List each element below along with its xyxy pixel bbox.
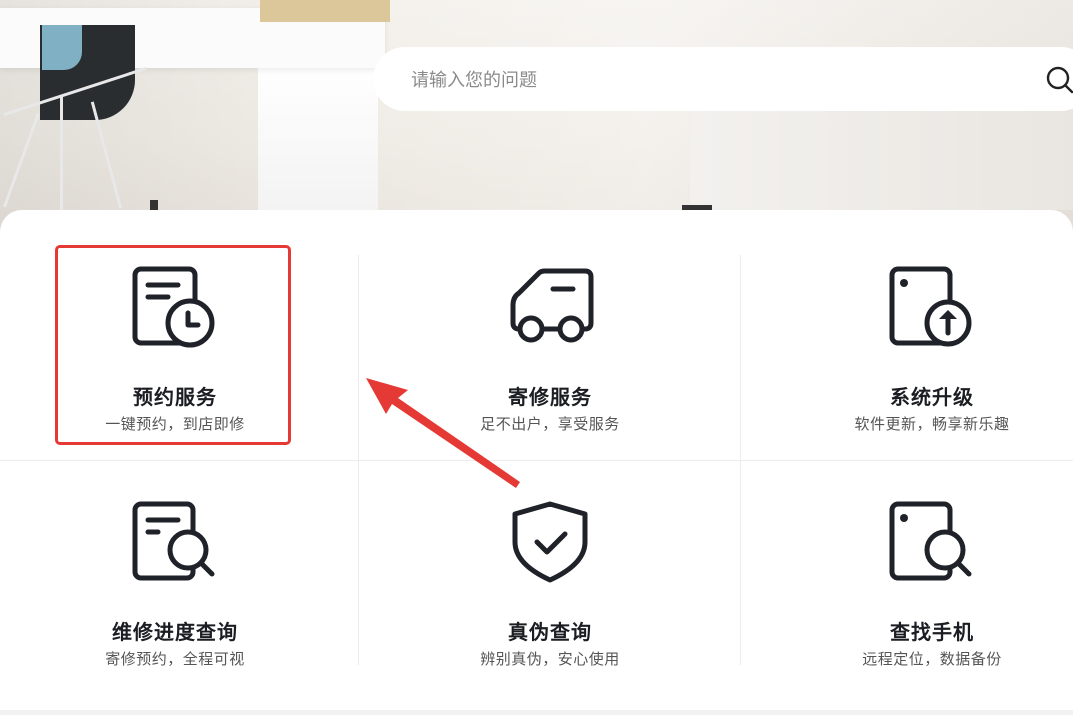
grid-divider [0, 460, 1073, 461]
highlight-box [55, 245, 291, 445]
red-arrow-annotation [366, 378, 520, 488]
car-icon [510, 268, 594, 343]
service-title: 真伪查询 [508, 620, 592, 644]
shield-check-icon [512, 501, 588, 583]
service-subtitle: 软件更新，畅享新乐趣 [854, 415, 1010, 433]
service-title: 系统升级 [890, 385, 974, 409]
service-system-upgrade[interactable]: 系统升级 软件更新，畅享新乐趣 [812, 265, 1052, 455]
service-subtitle: 寄修预约，全程可视 [105, 650, 245, 668]
search-input[interactable] [409, 63, 993, 97]
service-title: 维修进度查询 [112, 620, 238, 644]
hero-wood-strip [260, 0, 390, 22]
service-subtitle: 远程定位，数据备份 [862, 650, 1002, 668]
phone-upgrade-icon [889, 266, 972, 347]
page: 预约服务 一键预约，到店即修 寄修服务 足不出户，享受服务 系统升级 软件更新，… [0, 0, 1073, 715]
search-icon[interactable] [1045, 65, 1073, 95]
service-title: 查找手机 [890, 620, 974, 644]
service-find-phone[interactable]: 查找手机 远程定位，数据备份 [812, 500, 1052, 690]
hero-person-shirt [42, 25, 82, 70]
service-authenticity[interactable]: 真伪查询 辨别真伪，安心使用 [430, 500, 670, 690]
hero-banner [0, 0, 1073, 230]
hero-counter-leg [258, 60, 378, 210]
document-search-icon [132, 501, 215, 581]
hero-chair-leg [60, 95, 63, 210]
service-subtitle: 辨别真伪，安心使用 [480, 650, 620, 668]
phone-search-icon [889, 501, 972, 581]
hero-backdrop-panel [690, 110, 1073, 210]
search-bar[interactable] [373, 47, 1073, 111]
service-repair-progress[interactable]: 维修进度查询 寄修预约，全程可视 [55, 500, 295, 690]
